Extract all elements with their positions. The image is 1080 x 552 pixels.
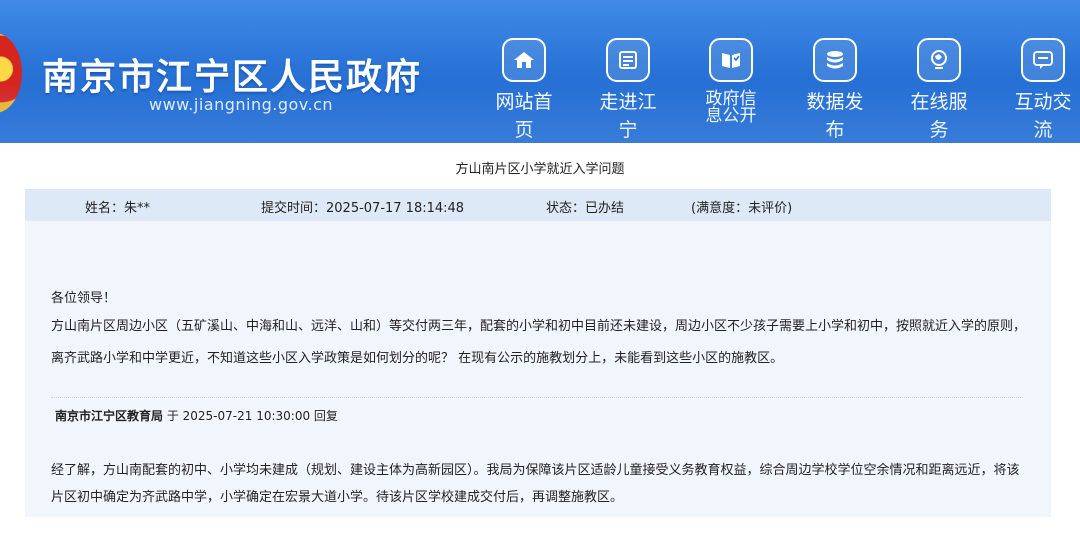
home-icon xyxy=(502,38,546,82)
letter-title: 方山南片区小学就近入学问题 xyxy=(455,162,625,177)
nav-data[interactable]: 数据发布 xyxy=(796,38,874,143)
globe-icon xyxy=(917,38,961,82)
letter-body: 方山南片区周边小区（五矿溪山、中海和山、远洋、山和）等交付两三年，配套的小学和初… xyxy=(51,319,1027,366)
submit-time: 提交时间：2025-07-17 18:14:48 xyxy=(261,201,465,216)
reply-body: 经了解，方山南配套的初中、小学均未建成（规划、建设主体为高新园区）。我局为保障该… xyxy=(51,463,1020,505)
satisfaction-text: (满意度：未评价) xyxy=(691,201,793,216)
book-icon xyxy=(709,38,753,82)
database-icon xyxy=(813,38,857,82)
nav-data-label: 数据发布 xyxy=(806,91,864,141)
nav-home[interactable]: 网站首页 xyxy=(485,38,563,143)
letter-info-bar: 姓名：朱** 提交时间：2025-07-17 18:14:48 状态：已办结 (… xyxy=(25,189,1051,221)
document-icon xyxy=(606,38,650,82)
letter-greeting: 各位领导！ xyxy=(51,291,117,306)
reply-header: 南京市江宁区教育局 于 2025-07-21 10:30:00 回复 xyxy=(55,407,338,424)
national-emblem-icon xyxy=(0,33,22,113)
nav-interaction-label: 互动交流 xyxy=(1014,91,1072,141)
nav-online-service[interactable]: 在线服务 xyxy=(900,38,978,143)
divider xyxy=(51,397,1023,398)
nav-about-label: 走进江宁 xyxy=(599,91,657,141)
nav-home-label: 网站首页 xyxy=(495,91,553,141)
nav-public-info[interactable]: 政府信息公开 xyxy=(692,38,770,125)
nav-about[interactable]: 走进江宁 xyxy=(589,38,667,143)
reply-department: 南京市江宁区教育局 xyxy=(55,409,164,423)
reply-meta: 于 2025-07-21 10:30:00 回复 xyxy=(163,409,338,423)
nav-online-service-label: 在线服务 xyxy=(910,91,968,141)
site-header: 南京市江宁区人民政府 www.jiangning.gov.cn 网站首页 走进江… xyxy=(0,0,1080,143)
chat-icon xyxy=(1021,38,1065,82)
site-title[interactable]: 南京市江宁区人民政府 xyxy=(42,48,422,100)
sender-name: 姓名：朱** xyxy=(85,201,151,216)
site-url: www.jiangning.gov.cn xyxy=(149,95,334,114)
status-text: 状态：已办结 xyxy=(546,201,625,216)
letter-content: 各位领导！ 方山南片区周边小区（五矿溪山、中海和山、远洋、山和）等交付两三年，配… xyxy=(25,221,1051,517)
nav-public-info-label: 政府信息公开 xyxy=(705,89,757,126)
nav-interaction[interactable]: 互动交流 xyxy=(1004,38,1080,143)
